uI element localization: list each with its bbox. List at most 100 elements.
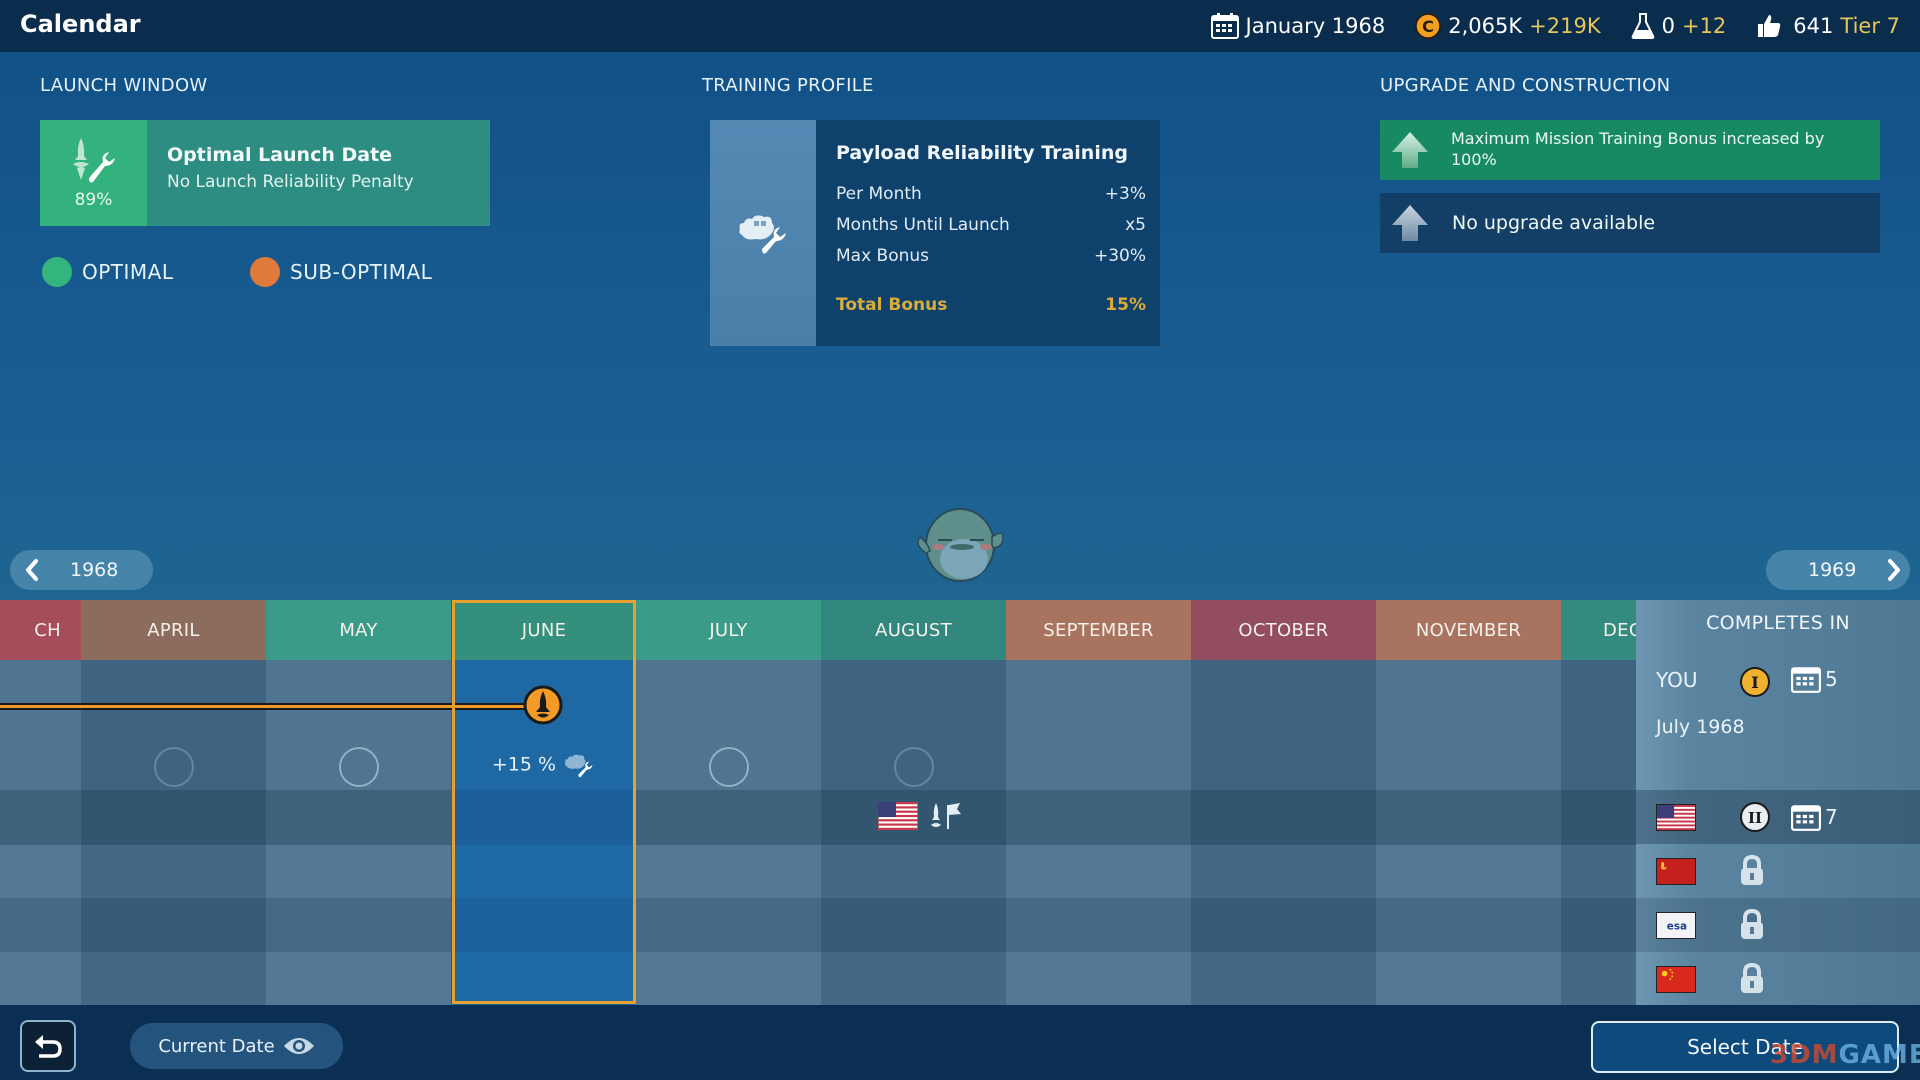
- training-title: Payload Reliability Training: [836, 142, 1128, 164]
- month-column-december[interactable]: DEC: [1561, 600, 1636, 1005]
- month-label: APRIL: [147, 619, 200, 641]
- reputation-tier: Tier 7: [1840, 14, 1900, 38]
- legend-optimal: OPTIMAL: [42, 257, 174, 287]
- month-label: JULY: [709, 619, 748, 641]
- month-column-march[interactable]: CH: [0, 600, 81, 1005]
- launch-slot[interactable]: [338, 747, 379, 787]
- science-value: 0: [1661, 14, 1675, 38]
- month-cells: [636, 660, 821, 1005]
- month-cells: [821, 660, 1006, 1005]
- training-profile-heading: TRAINING PROFILE: [702, 75, 874, 96]
- month-cells: [0, 660, 81, 1005]
- launch-marker-icon[interactable]: [523, 685, 563, 725]
- month-cells: [1191, 660, 1376, 1005]
- launch-slot[interactable]: [153, 747, 194, 787]
- upgrade-item-text: Maximum Mission Training Bonus increased…: [1451, 129, 1825, 169]
- month-label: MAY: [339, 619, 378, 641]
- month-cells: [1006, 660, 1191, 1005]
- flask-icon: [1631, 13, 1654, 39]
- calendar-icon: [1791, 805, 1821, 831]
- month-label: NOVEMBER: [1415, 619, 1522, 641]
- calendar-icon: [1210, 13, 1239, 39]
- rival-row-usa: II 7: [1636, 790, 1920, 844]
- stage-two-badge-icon: II: [1740, 802, 1770, 832]
- resource-stats: January 1968 C 2,065K +219K 0 +12 641 Ti…: [1210, 0, 1900, 52]
- upgrade-item-active: Maximum Mission Training Bonus increased…: [1380, 120, 1880, 180]
- month-label: JUNE: [521, 619, 567, 641]
- completes-in-title: COMPLETES IN: [1706, 612, 1850, 634]
- next-year-button[interactable]: 1969: [1766, 550, 1910, 590]
- upgrade-heading: UPGRADE AND CONSTRUCTION: [1380, 75, 1671, 96]
- optimal-dot-icon: [42, 257, 72, 287]
- next-year-label: 1969: [1808, 559, 1857, 581]
- training-row-per-month: Per Month +3%: [836, 184, 1146, 215]
- reliability-percent: 89%: [74, 190, 113, 210]
- usa-flag-icon: [878, 802, 918, 830]
- launch-window-heading: LAUNCH WINDOW: [40, 75, 208, 96]
- chevron-left-icon: [26, 559, 38, 581]
- upgrade-arrow-icon: [1380, 130, 1439, 170]
- bonus-value: +15 %: [491, 753, 557, 776]
- svg-text:esa: esa: [1667, 920, 1687, 932]
- total-bonus-label: Total Bonus: [836, 295, 948, 315]
- money-value: 2,065K: [1448, 14, 1523, 38]
- month-cells: [81, 660, 266, 1005]
- launch-slot[interactable]: [893, 747, 934, 787]
- training-row-months-until-launch: Months Until Launch x5: [836, 215, 1146, 246]
- month-column-july[interactable]: JULY: [636, 600, 821, 1005]
- launch-slot[interactable]: [708, 747, 749, 787]
- rival-months-remaining: 7: [1791, 803, 1838, 831]
- calendar-icon: [1791, 667, 1821, 693]
- previous-year-button[interactable]: 1968: [10, 550, 153, 590]
- previous-year-label: 1968: [70, 559, 119, 581]
- rival-months-value: 7: [1825, 805, 1838, 829]
- month-column-june[interactable]: JUNE: [452, 600, 636, 1005]
- month-column-september[interactable]: SEPTEMBER: [1006, 600, 1191, 1005]
- upgrade-arrow-icon: [1380, 203, 1440, 243]
- legend-sub-optimal: SUB-OPTIMAL: [250, 257, 432, 287]
- training-row-max-bonus: Max Bonus +30%: [836, 246, 1146, 277]
- footer-bar: Current Date Select Date: [0, 1005, 1920, 1080]
- rocket-wrench-icon: [72, 138, 115, 183]
- month-label: OCTOBER: [1238, 619, 1329, 641]
- month-column-november[interactable]: NOVEMBER: [1376, 600, 1561, 1005]
- month-label: DEC: [1603, 619, 1636, 641]
- launch-window-title: Optimal Launch Date: [167, 144, 393, 166]
- eye-icon: [283, 1038, 314, 1054]
- rocket-flag-icon: [931, 803, 961, 829]
- month-header: CH: [0, 600, 81, 660]
- total-bonus-value: 15%: [1105, 295, 1146, 315]
- sub-optimal-dot-icon: [250, 257, 280, 287]
- rival-row-esa: esa: [1636, 898, 1920, 952]
- science-stat: 0 +12: [1631, 13, 1726, 39]
- china-flag-icon: [1656, 965, 1696, 993]
- payload-wrench-icon: [739, 215, 786, 254]
- money-stat: C 2,065K +219K: [1415, 13, 1601, 39]
- month-label: SEPTEMBER: [1043, 619, 1154, 641]
- back-button[interactable]: [20, 1020, 76, 1072]
- reputation-stat: 641 Tier 7: [1756, 13, 1900, 39]
- training-icon-box: [710, 120, 816, 346]
- training-row-value: x5: [1125, 215, 1146, 235]
- month-column-may[interactable]: MAY: [266, 600, 451, 1005]
- rival-row-china: [1636, 952, 1920, 1006]
- esa-flag-icon: esa: [1656, 911, 1696, 939]
- current-date-button[interactable]: Current Date: [130, 1023, 343, 1069]
- current-date-label: Current Date: [158, 1035, 275, 1057]
- lock-icon: [1741, 963, 1763, 993]
- svg-text:I: I: [1751, 673, 1758, 692]
- you-months-remaining: 5: [1791, 665, 1838, 693]
- month-column-april[interactable]: APRIL: [81, 600, 266, 1005]
- month-column-october[interactable]: OCTOBER: [1191, 600, 1376, 1005]
- back-arrow-icon: [35, 1035, 62, 1058]
- training-row-label: Months Until Launch: [836, 215, 1010, 235]
- month-header: MAY: [266, 600, 451, 660]
- watermark-part-b: GAME: [1838, 1040, 1920, 1070]
- top-bar: Calendar January 1968 C 2,065K +219K 0 +…: [0, 0, 1920, 52]
- month-cells: [266, 660, 451, 1005]
- training-row-label: Per Month: [836, 184, 922, 204]
- legend-optimal-label: OPTIMAL: [82, 260, 174, 284]
- month-header: APRIL: [81, 600, 266, 660]
- month-header: JULY: [636, 600, 821, 660]
- current-date-stat: January 1968: [1210, 13, 1385, 39]
